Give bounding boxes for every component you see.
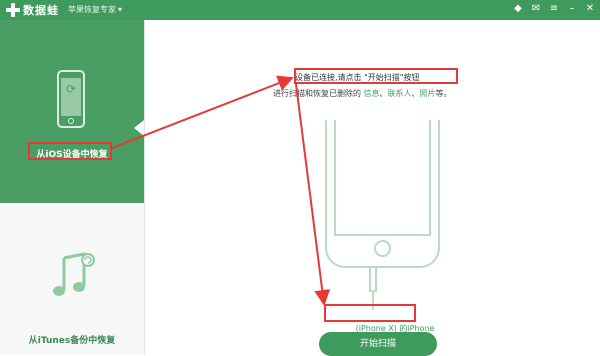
app-logo: 数据蛙 bbox=[6, 2, 59, 18]
refresh-icon: ⟳ bbox=[65, 82, 77, 96]
product-menu[interactable]: 苹果恢复专家 ▾ bbox=[68, 4, 122, 15]
logo-plus-icon bbox=[6, 3, 20, 17]
hint-item-contacts: 联系人 bbox=[387, 89, 412, 98]
app-name: 数据蛙 bbox=[23, 4, 59, 17]
itunes-music-icon bbox=[53, 252, 95, 296]
sidebar-item-itunes-label: 从iTunes备份中恢复 bbox=[28, 336, 116, 346]
cable-connector bbox=[369, 268, 377, 292]
scan-hint: 进行扫描和恢复已删除的 信息、联系人、照片等。 bbox=[273, 89, 452, 98]
minimize-icon[interactable]: – bbox=[566, 3, 578, 15]
highlight-box-device bbox=[324, 304, 416, 322]
highlight-box-sidebar bbox=[28, 142, 112, 160]
close-icon[interactable]: ✕ bbox=[584, 3, 596, 15]
highlight-box-message bbox=[294, 68, 458, 84]
device-illustration bbox=[325, 120, 440, 268]
chat-icon[interactable]: ✉ bbox=[530, 3, 542, 15]
iphone-icon: ⟳ bbox=[57, 70, 85, 128]
chevron-down-icon: ▾ bbox=[118, 5, 123, 14]
home-button-graphic bbox=[374, 240, 391, 257]
hint-item-messages: 信息 bbox=[363, 89, 380, 98]
sidebar-item-ios-recovery[interactable]: ⟳ 从iOS设备中恢复 bbox=[0, 20, 144, 203]
diamond-icon[interactable]: ◆ bbox=[512, 3, 524, 15]
start-scan-button[interactable]: 开始扫描 bbox=[319, 332, 437, 356]
menu-icon[interactable]: ≡ bbox=[548, 3, 560, 15]
hint-item-photos: 照片 bbox=[419, 89, 436, 98]
window-controls: ◆ ✉ ≡ – ✕ bbox=[512, 3, 596, 15]
active-pointer bbox=[134, 120, 144, 136]
product-menu-label: 苹果恢复专家 bbox=[68, 5, 116, 14]
title-bar: 数据蛙 苹果恢复专家 ▾ ◆ ✉ ≡ – ✕ bbox=[0, 0, 600, 20]
sidebar: ⟳ 从iOS设备中恢复 从iTunes备份中恢复 bbox=[0, 20, 145, 355]
